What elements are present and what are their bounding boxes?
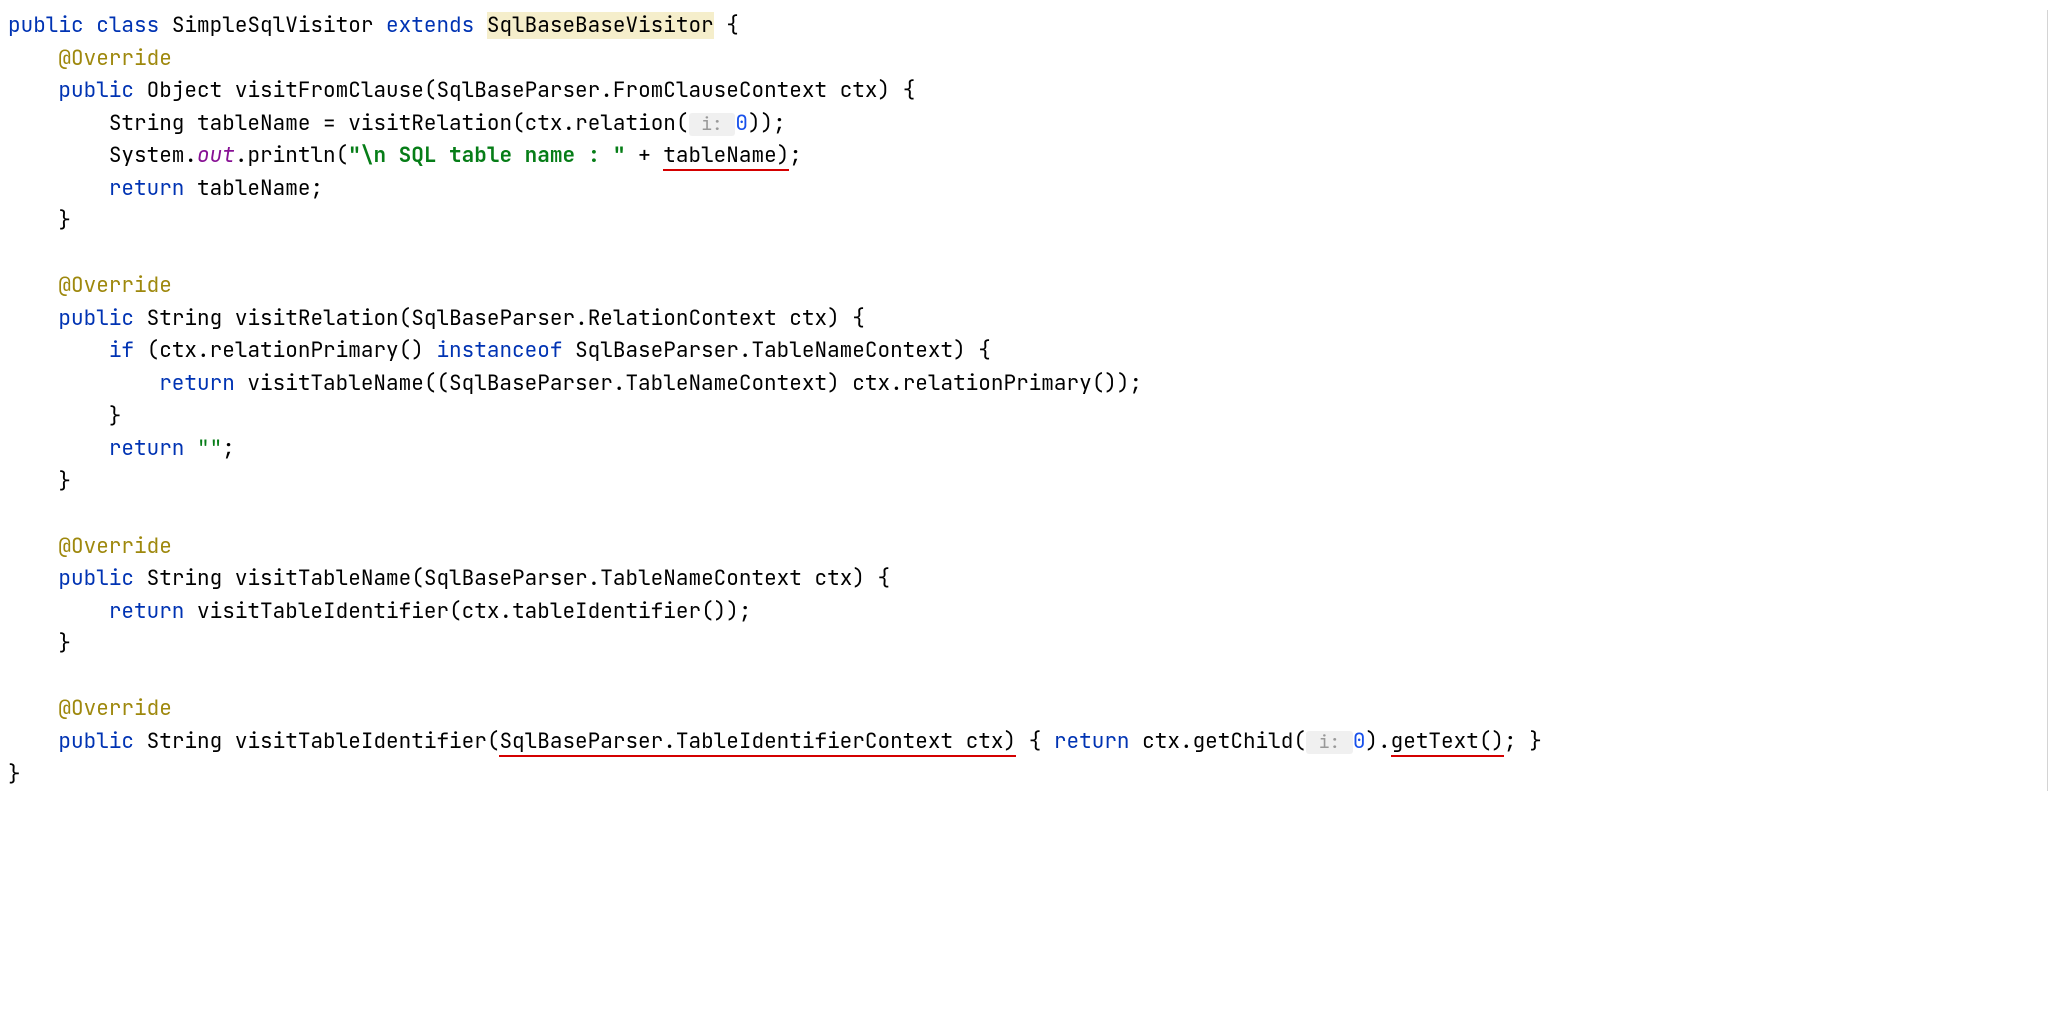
code-line[interactable] — [0, 498, 2047, 531]
annotation-override: @Override — [58, 533, 171, 560]
keyword-public: public — [58, 565, 134, 592]
code-line[interactable]: public String visitRelation(SqlBaseParse… — [0, 303, 2047, 336]
code-line[interactable]: public String visitTableName(SqlBasePars… — [0, 563, 2047, 596]
code-line[interactable]: return visitTableName((SqlBaseParser.Tab… — [0, 368, 2047, 401]
string-literal: "" — [197, 435, 222, 462]
keyword-return: return — [109, 435, 185, 462]
annotation-override: @Override — [58, 695, 171, 722]
code-line[interactable]: } — [0, 466, 2047, 499]
method-name: visitRelation — [235, 305, 399, 332]
underlined-variable: tableName) — [663, 142, 789, 171]
keyword-return: return — [109, 175, 185, 202]
underlined-param: SqlBaseParser.TableIdentifierContext ctx… — [499, 728, 1016, 757]
keyword-public: public — [8, 12, 84, 39]
code-line[interactable]: @Override — [0, 531, 2047, 564]
code-line[interactable] — [0, 238, 2047, 271]
keyword-return: return — [109, 598, 185, 625]
code-line[interactable]: public Object visitFromClause(SqlBasePar… — [0, 75, 2047, 108]
annotation-override: @Override — [58, 45, 171, 72]
code-line[interactable]: public class SimpleSqlVisitor extends Sq… — [0, 10, 2047, 43]
param-hint: i: — [1306, 731, 1353, 754]
code-line[interactable]: } — [0, 205, 2047, 238]
code-line[interactable]: @Override — [0, 270, 2047, 303]
method-name: visitTableIdentifier — [235, 728, 487, 755]
code-line[interactable]: @Override — [0, 43, 2047, 76]
method-name: visitFromClause — [235, 77, 424, 104]
keyword-class: class — [96, 12, 159, 39]
field-out: out — [197, 142, 235, 169]
number-literal: 0 — [1353, 728, 1366, 755]
keyword-instanceof: instanceof — [436, 337, 562, 364]
code-line[interactable]: } — [0, 628, 2047, 661]
code-line[interactable]: if (ctx.relationPrimary() instanceof Sql… — [0, 335, 2047, 368]
code-line[interactable]: } — [0, 401, 2047, 434]
keyword-public: public — [58, 728, 134, 755]
code-line[interactable]: } — [0, 759, 2047, 792]
annotation-override: @Override — [58, 272, 171, 299]
code-line[interactable]: public String visitTableIdentifier(SqlBa… — [0, 726, 2047, 759]
param-hint: i: — [689, 113, 736, 136]
code-line[interactable]: return tableName; — [0, 173, 2047, 206]
underlined-method: getText() — [1391, 728, 1504, 757]
return-type: Object — [147, 77, 223, 104]
code-line[interactable]: return ""; — [0, 433, 2047, 466]
base-class-highlighted: SqlBaseBaseVisitor — [487, 12, 714, 39]
keyword-return: return — [1054, 728, 1130, 755]
code-line[interactable] — [0, 661, 2047, 694]
number-literal: 0 — [735, 110, 748, 137]
keyword-public: public — [58, 305, 134, 332]
keyword-if: if — [109, 337, 134, 364]
keyword-return: return — [159, 370, 235, 397]
code-line[interactable]: System.out.println("\n SQL table name : … — [0, 140, 2047, 173]
string-literal: "\n SQL table name : " — [348, 142, 625, 169]
keyword-extends: extends — [386, 12, 474, 39]
class-name: SimpleSqlVisitor — [172, 12, 374, 39]
code-line[interactable]: return visitTableIdentifier(ctx.tableIde… — [0, 596, 2047, 629]
keyword-public: public — [58, 77, 134, 104]
code-line[interactable]: String tableName = visitRelation(ctx.rel… — [0, 108, 2047, 141]
code-editor[interactable]: public class SimpleSqlVisitor extends Sq… — [0, 10, 2048, 791]
code-line[interactable]: @Override — [0, 693, 2047, 726]
method-name: visitTableName — [235, 565, 411, 592]
